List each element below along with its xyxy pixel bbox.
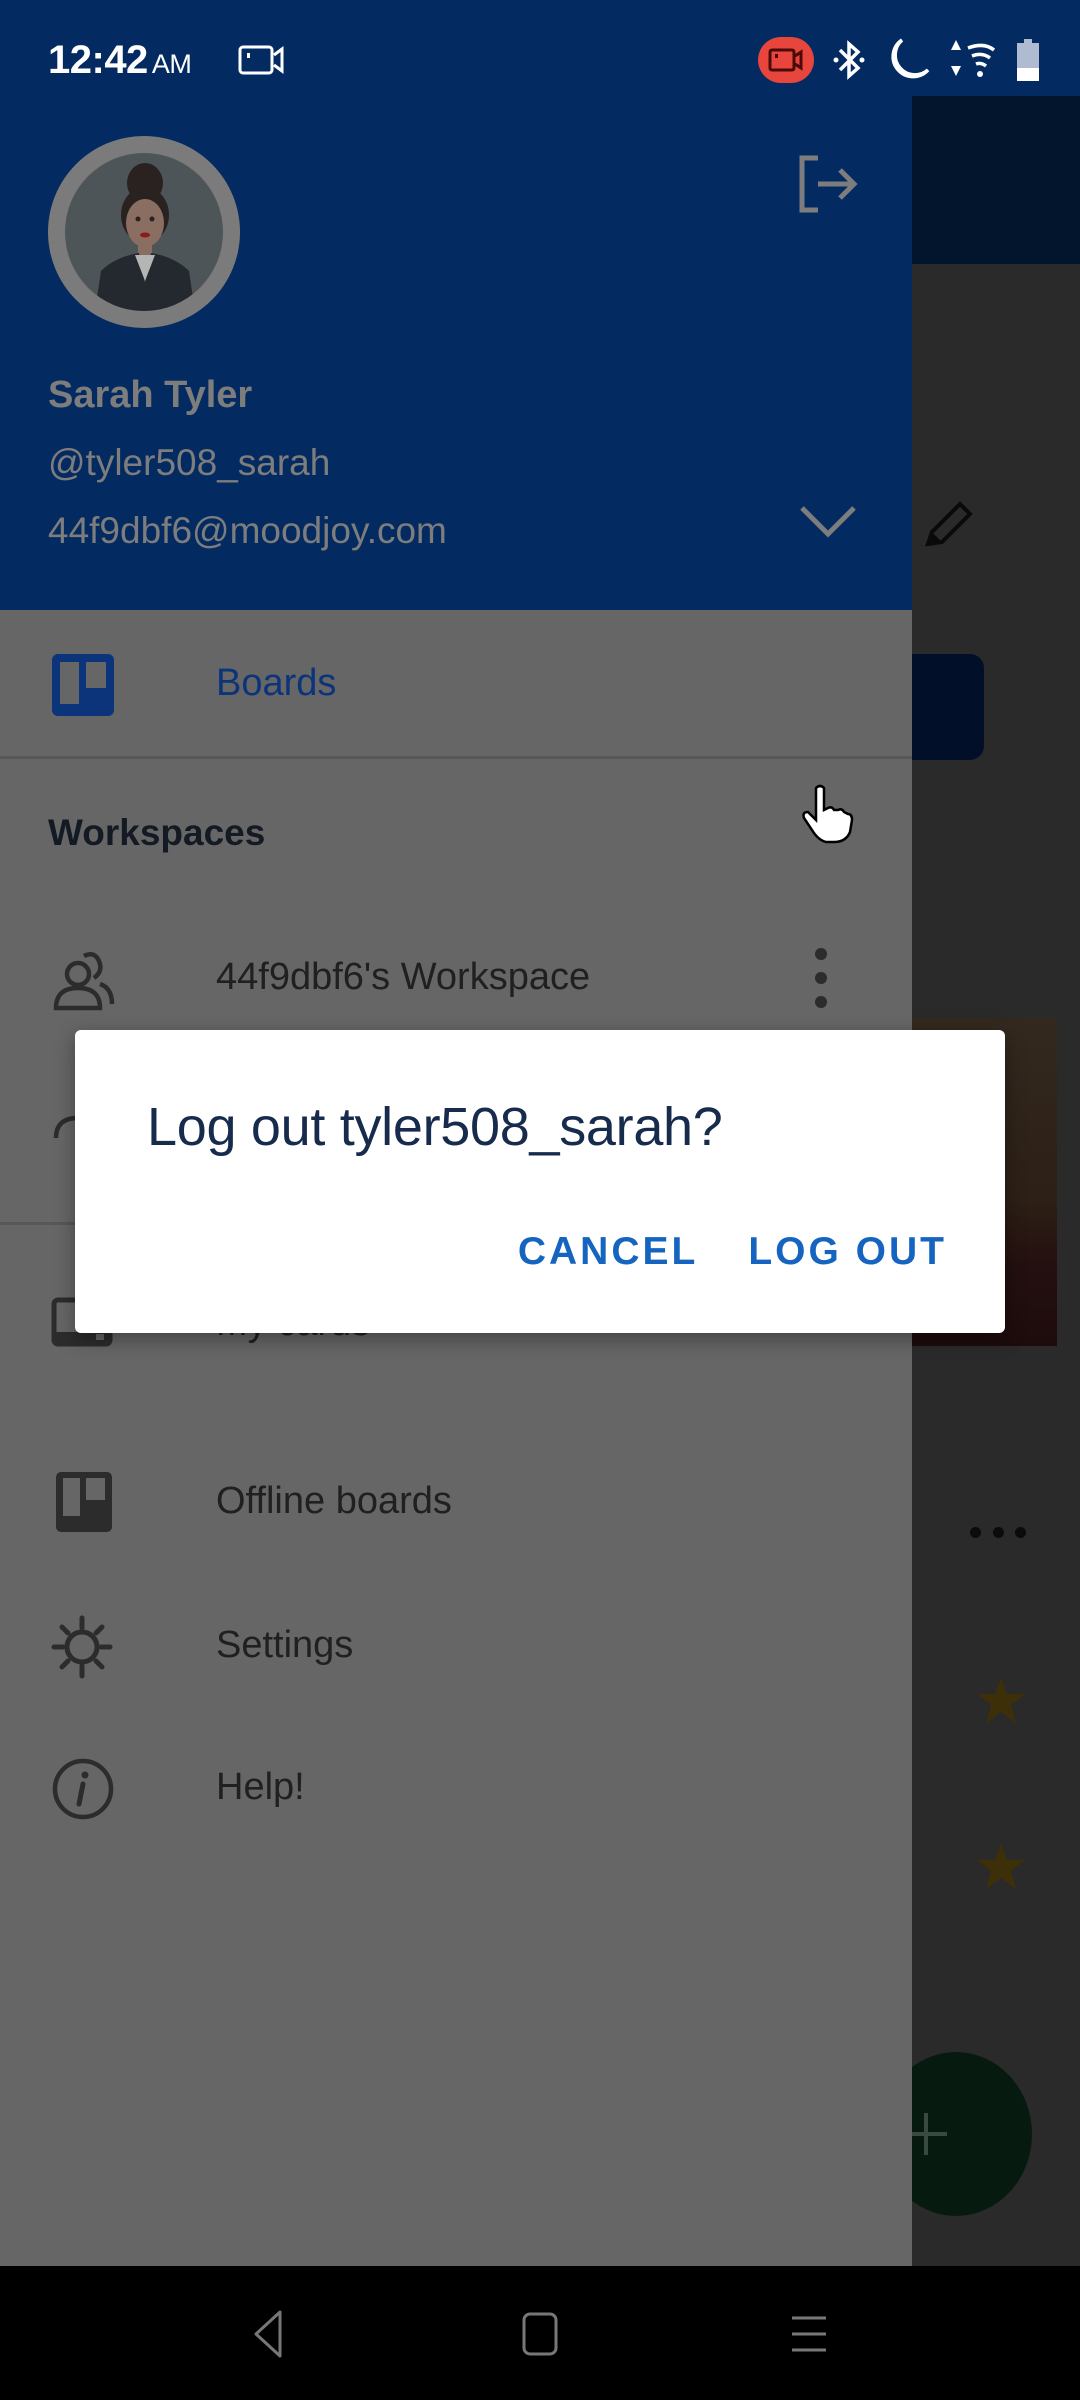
star-icon [977, 1844, 1025, 1889]
back-icon[interactable] [236, 2306, 296, 2362]
drawer-item-boards[interactable]: Boards [0, 610, 912, 754]
drawer-item-label: Boards [216, 662, 337, 704]
clock-ampm: AM [151, 49, 192, 79]
drawer-item-help[interactable]: Help! [0, 1756, 912, 1876]
logout-dialog: Log out tyler508_sarah? CANCEL LOG OUT [75, 1030, 1005, 1333]
more-horizontal-icon [970, 1524, 1026, 1540]
clock-time: 12:42 [48, 38, 148, 82]
bluetooth-icon [833, 40, 865, 80]
background-app-bar [912, 96, 1080, 264]
recording-indicator-icon [758, 37, 814, 83]
home-icon[interactable] [510, 2306, 570, 2362]
cancel-button[interactable]: CANCEL [518, 1230, 699, 1274]
boards-icon [56, 1472, 112, 1532]
workspace-name: 44f9dbf6's Workspace [216, 956, 591, 998]
boards-icon [52, 654, 114, 716]
drawer-item-offline-boards[interactable]: Offline boards [0, 1470, 912, 1590]
info-icon [52, 1758, 114, 1820]
system-navigation-bar [0, 2266, 1080, 2400]
recents-menu-icon[interactable] [780, 2306, 840, 2362]
dialog-actions: CANCEL LOG OUT [518, 1230, 947, 1274]
workspace-item[interactable]: 44f9dbf6's Workspace [0, 916, 912, 1036]
edit-pencil-icon [925, 501, 973, 547]
team-icon [53, 952, 115, 1011]
status-bar: 12:42 AM [0, 0, 1080, 96]
log-out-button[interactable]: LOG OUT [748, 1230, 947, 1274]
gear-icon [51, 1615, 113, 1679]
logout-icon[interactable] [796, 152, 860, 216]
drawer-item-label: Settings [216, 1624, 354, 1666]
divider [0, 756, 912, 759]
dialog-title: Log out tyler508_sarah? [147, 1097, 723, 1157]
screen-record-icon [238, 45, 284, 75]
wifi-data-icon [951, 40, 996, 77]
user-handle: @tyler508_sarah [48, 442, 331, 483]
user-display-name: Sarah Tyler [48, 374, 253, 416]
hand-cursor-icon [802, 784, 854, 844]
do-not-disturb-moon-icon [891, 38, 930, 79]
drawer-header: Sarah Tyler @tyler508_sarah 44f9dbf6@moo… [0, 96, 912, 610]
drawer-item-label: Offline boards [216, 1480, 452, 1522]
workspaces-section-title: Workspaces [48, 812, 266, 853]
user-email: 44f9dbf6@moodjoy.com [48, 510, 447, 551]
status-icons [758, 32, 1040, 88]
chevron-down-icon[interactable] [798, 502, 858, 542]
star-icon [977, 1678, 1025, 1723]
avatar[interactable] [48, 136, 240, 328]
more-vertical-icon[interactable] [806, 948, 836, 1008]
drawer-item-label: Help! [216, 1766, 305, 1808]
drawer-item-settings[interactable]: Settings [0, 1614, 912, 1734]
battery-icon [1017, 39, 1039, 81]
status-time: 12:42 AM [48, 38, 192, 83]
avatar-illustration [65, 153, 223, 311]
